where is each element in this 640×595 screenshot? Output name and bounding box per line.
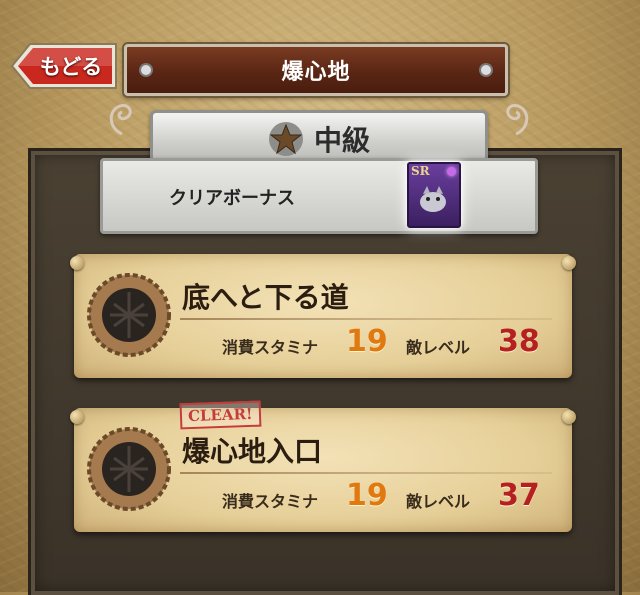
difficulty-label: 中級 xyxy=(313,124,370,157)
quest-item-1[interactable]: 底へと下る道 消費スタミナ 19 敵レベル 38 xyxy=(70,254,576,378)
page-title: 爆心地 xyxy=(281,60,351,85)
crater-icon xyxy=(87,273,171,357)
stamina-label: 消費スタミナ xyxy=(222,338,319,357)
scroll-pin xyxy=(562,410,576,424)
enemy-level-label: 敵レベル xyxy=(406,492,471,511)
crater-icon xyxy=(87,427,171,511)
clear-bonus-bar: クリアボーナス SR xyxy=(100,158,538,234)
star-icon xyxy=(268,122,303,156)
quest-item-2[interactable]: CLEAR! 爆心地入口 消費スタミナ 19 敵レベル 37 xyxy=(70,400,576,532)
divider xyxy=(180,318,552,320)
enemy-level-label: 敵レベル xyxy=(406,338,471,357)
scroll-pin xyxy=(70,410,84,424)
divider xyxy=(180,472,552,474)
quest-name: 底へと下る道 xyxy=(182,281,349,314)
bonus-reward-card[interactable]: SR xyxy=(407,162,461,228)
back-button[interactable]: もどる xyxy=(8,40,120,92)
back-button-label: もどる xyxy=(39,55,103,79)
quest-name: 爆心地入口 xyxy=(182,435,323,468)
scroll-ornament-icon xyxy=(506,104,529,136)
stamina-label: 消費スタミナ xyxy=(222,492,319,511)
element-orb-icon xyxy=(447,167,456,176)
banner-rivet xyxy=(141,65,151,75)
scroll-ornament-icon xyxy=(109,104,132,136)
creature-icon xyxy=(420,186,446,212)
enemy-level-value: 38 xyxy=(498,324,540,359)
banner-rivet xyxy=(481,65,491,75)
clear-stamp: CLEAR! xyxy=(179,400,262,430)
scroll-pin xyxy=(70,256,84,270)
clear-bonus-label: クリアボーナス xyxy=(169,188,295,209)
enemy-level-value: 37 xyxy=(498,478,540,513)
stamina-value: 19 xyxy=(346,324,388,359)
stamina-value: 19 xyxy=(346,478,388,513)
scroll-pin xyxy=(562,256,576,270)
rarity-badge: SR xyxy=(411,164,430,178)
page-title-banner: 爆心地 xyxy=(124,44,508,96)
